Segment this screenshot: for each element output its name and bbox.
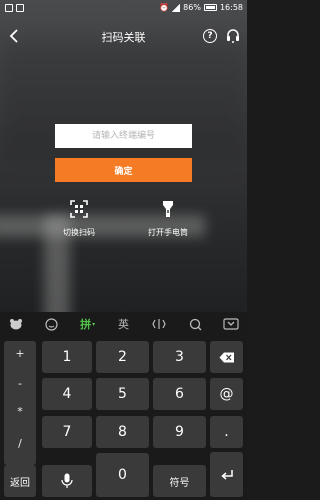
backspace-icon — [219, 352, 234, 362]
back-key[interactable]: 返回 — [4, 465, 36, 497]
search-icon[interactable] — [184, 314, 206, 334]
pinyin-label: 拼 — [80, 318, 92, 331]
at-key[interactable]: @ — [210, 378, 243, 410]
help-button[interactable]: ? — [203, 29, 217, 43]
bear-logo-icon[interactable] — [5, 314, 27, 334]
symbol-multiply-key[interactable]: * — [4, 405, 36, 418]
keyboard: 拼▾ 英 + - * / 1 2 3 4 5 6 @ 7 8 9 . 返回 0 — [0, 312, 247, 500]
symbols-key[interactable]: 符号 — [153, 465, 206, 497]
english-label: 英 — [117, 318, 129, 331]
key-4[interactable]: 4 — [42, 378, 92, 410]
microphone-icon — [61, 473, 73, 488]
battery-percent: 86% — [183, 3, 201, 12]
signal-icon — [172, 3, 181, 12]
key-0[interactable]: 0 — [96, 453, 149, 497]
clock: 16:58 — [219, 3, 243, 12]
dot-key[interactable]: . — [210, 416, 243, 448]
key-3[interactable]: 3 — [153, 341, 206, 373]
support-button[interactable] — [225, 28, 241, 44]
app-icon — [16, 4, 24, 12]
flashlight-icon — [163, 201, 173, 217]
status-bar: ⏰ 86% 16:58 — [0, 0, 247, 18]
enter-key[interactable] — [210, 452, 243, 497]
enter-icon — [220, 469, 233, 480]
header: 扫码关联 ? — [0, 24, 247, 50]
cursor-icon[interactable] — [148, 314, 170, 334]
symbol-plus-key[interactable]: + — [4, 347, 36, 360]
terminal-code-input[interactable] — [55, 124, 192, 148]
english-mode-button[interactable]: 英 — [112, 314, 134, 334]
symbol-column[interactable]: + - * / — [4, 341, 36, 465]
switch-scan-label: 切换扫码 — [63, 228, 95, 237]
flashlight-label: 打开手电筒 — [148, 228, 188, 237]
key-8[interactable]: 8 — [96, 416, 149, 448]
switch-scan-button[interactable]: 切换扫码 — [49, 200, 109, 238]
key-6[interactable]: 6 — [153, 378, 206, 410]
question-icon: ? — [207, 31, 213, 41]
battery-icon — [203, 4, 217, 11]
flashlight-button[interactable]: 打开手电筒 — [138, 200, 198, 238]
caret-down-icon: ▾ — [92, 320, 96, 328]
key-9[interactable]: 9 — [153, 416, 206, 448]
hide-keyboard-icon[interactable] — [220, 314, 242, 334]
symbol-minus-key[interactable]: - — [4, 377, 36, 390]
key-5[interactable]: 5 — [96, 378, 149, 410]
keyboard-toolbar: 拼 ▾ 英 — [0, 312, 247, 336]
pinyin-mode-button[interactable]: 拼 ▾ — [77, 314, 99, 334]
key-1[interactable]: 1 — [42, 341, 92, 373]
voice-key[interactable] — [42, 465, 92, 497]
alarm-icon: ⏰ — [159, 3, 170, 12]
key-7[interactable]: 7 — [42, 416, 92, 448]
scan-icon — [70, 200, 88, 218]
key-2[interactable]: 2 — [96, 341, 149, 373]
backspace-key[interactable] — [210, 341, 243, 373]
headset-icon — [227, 29, 239, 43]
confirm-button[interactable]: 确定 — [55, 158, 192, 182]
symbol-divide-key[interactable]: / — [4, 437, 36, 450]
emoji-icon[interactable] — [41, 314, 63, 334]
notification-icon — [5, 4, 13, 12]
